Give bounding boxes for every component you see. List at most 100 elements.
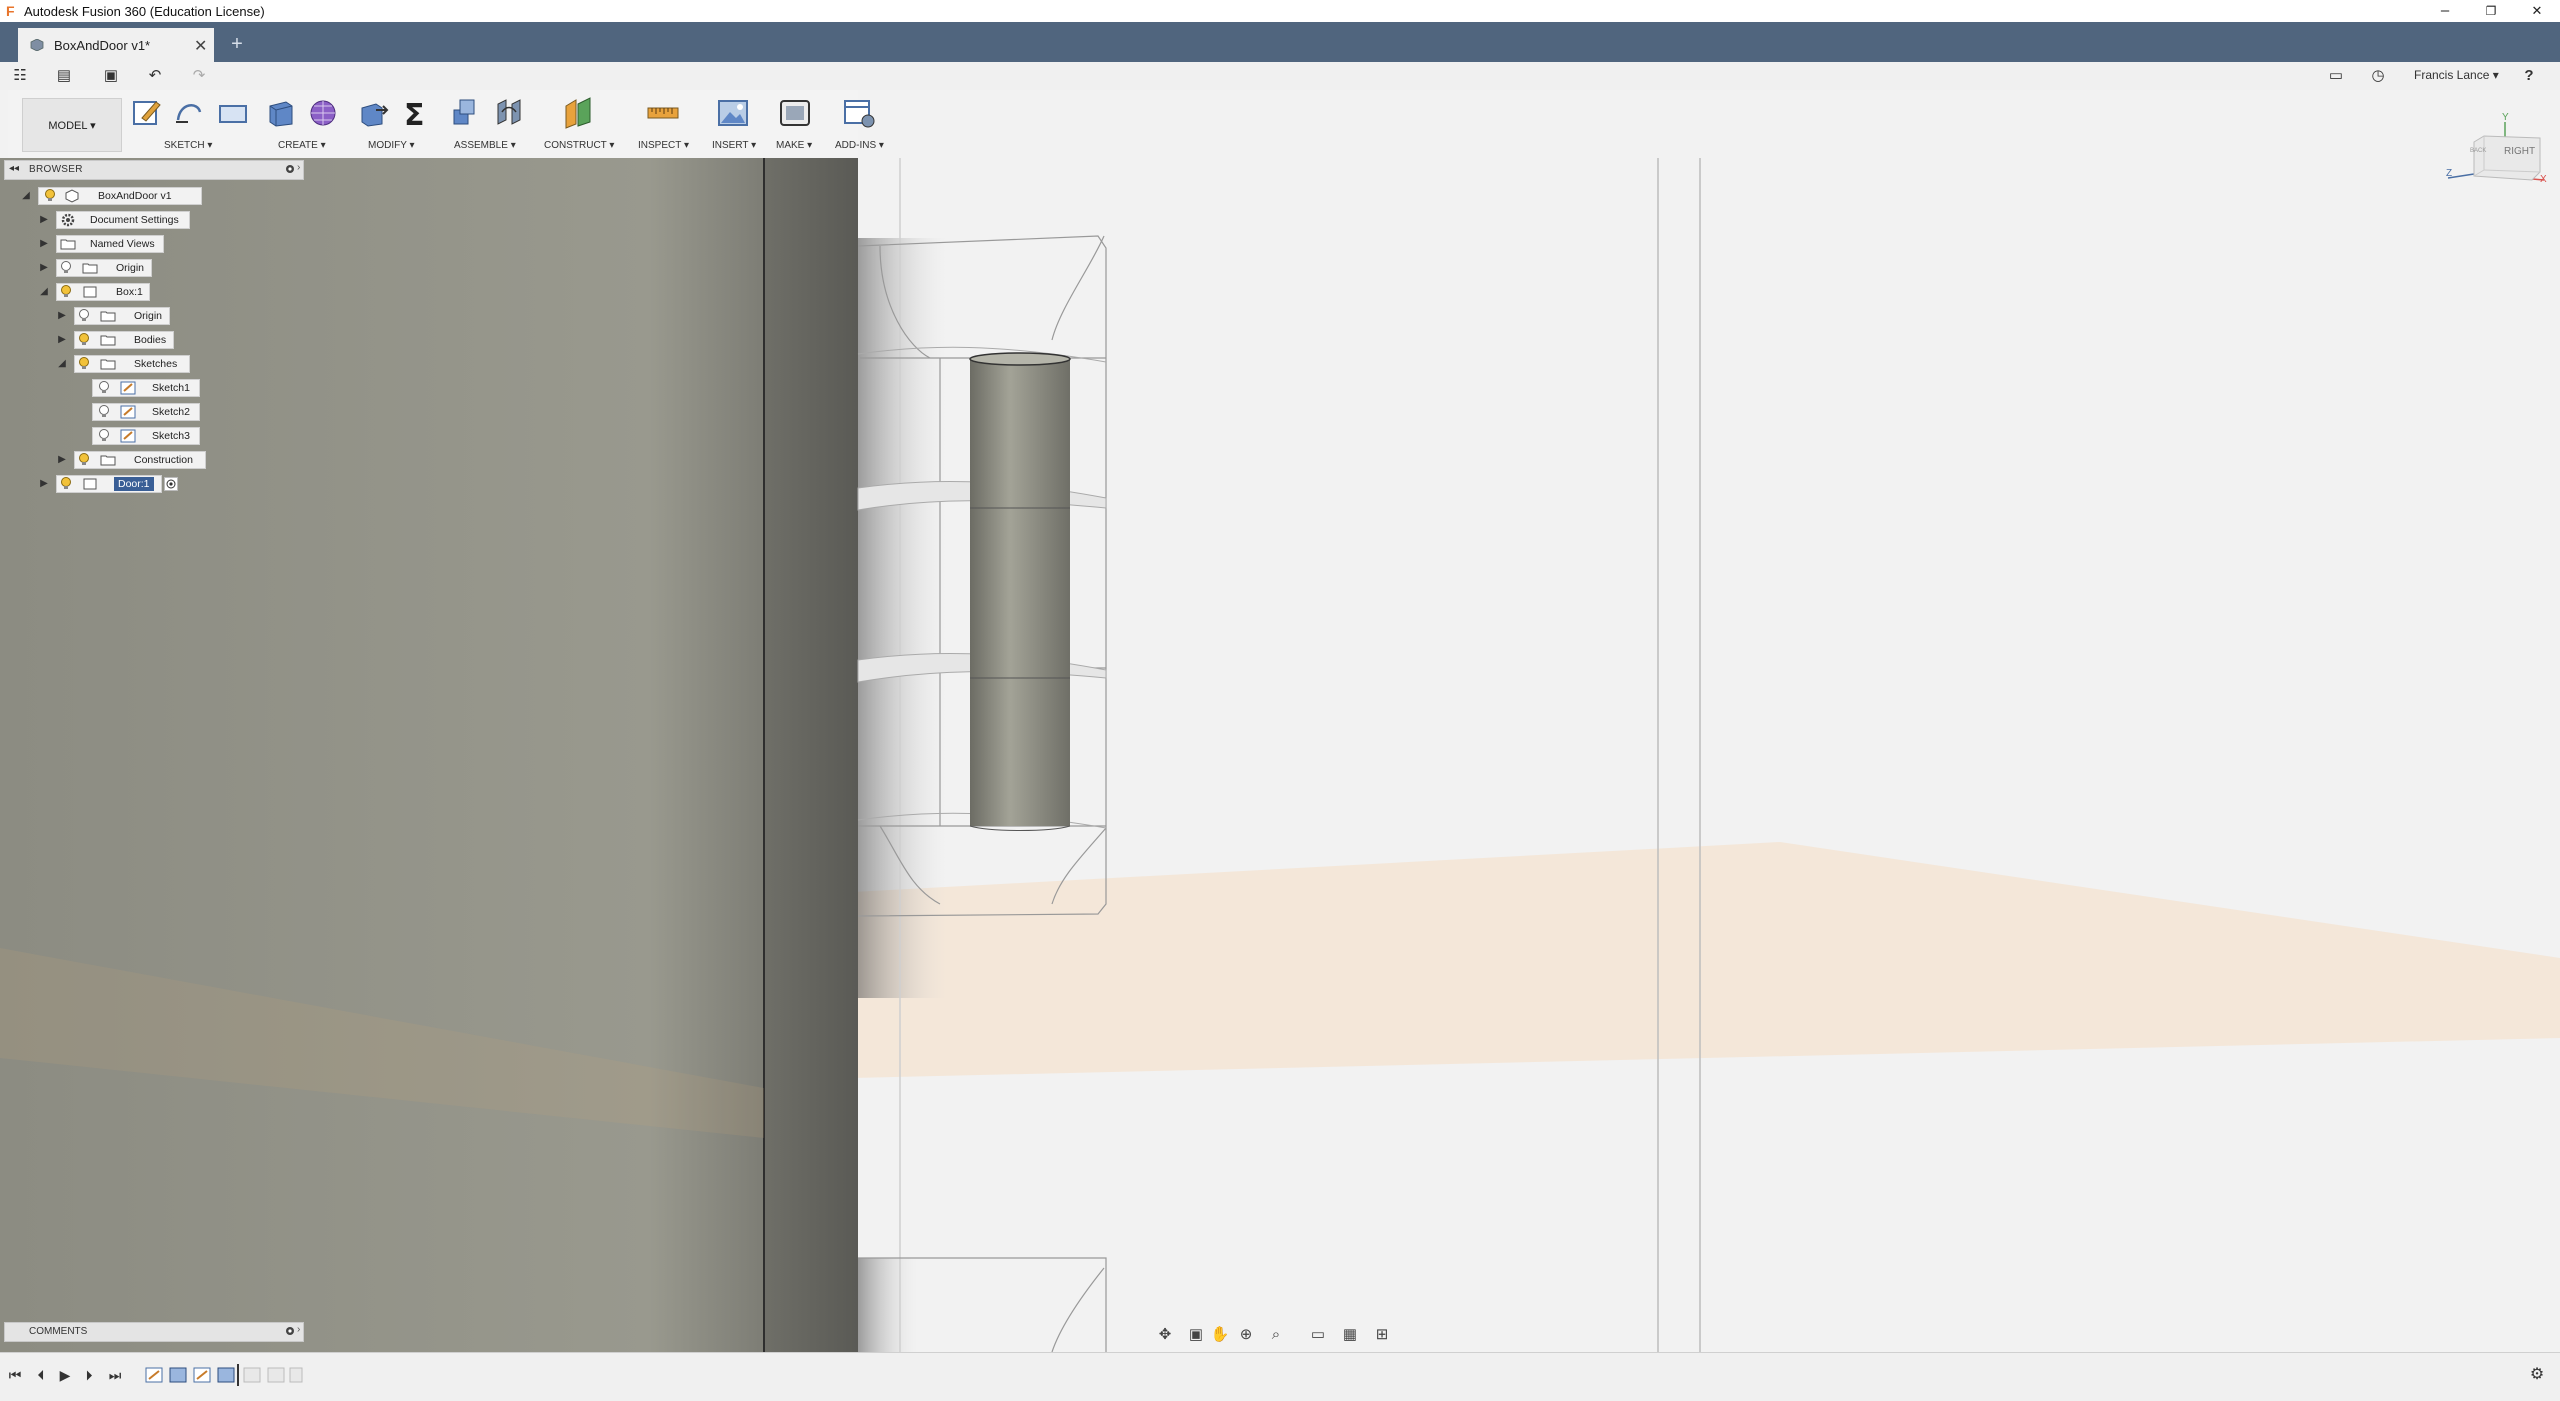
3d-viewport[interactable] xyxy=(0,158,2560,1352)
timeline-prev-button[interactable]: ⏴ xyxy=(32,1366,50,1384)
display-settings-icon[interactable]: ▭ xyxy=(1304,1324,1332,1346)
timeline-next-button[interactable]: ⏵ xyxy=(80,1366,98,1384)
timeline-play-button[interactable]: ▶ xyxy=(56,1366,74,1384)
tree-node-document-settings[interactable]: ▶ Document Settings xyxy=(38,211,192,229)
zoom-window-icon[interactable]: ⌕ xyxy=(1262,1324,1290,1346)
tree-node-door-component[interactable]: ▶ Door:1 xyxy=(38,475,198,493)
activate-component-icon[interactable] xyxy=(164,477,178,491)
expander-closed-icon[interactable]: ▶ xyxy=(56,332,68,348)
data-panel-icon[interactable]: ☷ xyxy=(10,66,30,86)
grid-snaps-icon[interactable]: ▦ xyxy=(1336,1324,1364,1346)
expander-open-icon[interactable]: ◢ xyxy=(20,188,32,204)
viewports-icon[interactable]: ⊞ xyxy=(1368,1324,1396,1346)
expander-closed-icon[interactable]: ▶ xyxy=(38,260,50,276)
comments-pin-icon[interactable] xyxy=(285,1325,295,1335)
insert-group-label[interactable]: INSERT ▾ xyxy=(712,140,756,151)
expander-closed-icon[interactable]: ▶ xyxy=(38,236,50,252)
offset-plane-icon[interactable] xyxy=(562,96,596,130)
tree-node-sketches[interactable]: ◢ Sketches xyxy=(56,355,196,373)
change-parameters-icon[interactable]: Σ xyxy=(398,96,432,133)
joint-icon[interactable] xyxy=(492,96,526,130)
create-group-label[interactable]: CREATE ▾ xyxy=(278,140,326,151)
minimize-button[interactable]: – xyxy=(2422,0,2468,22)
visibility-bulb-icon[interactable] xyxy=(78,333,90,347)
insert-image-icon[interactable] xyxy=(716,96,750,130)
viewcube-right-face[interactable]: RIGHT xyxy=(2504,146,2535,157)
pan-icon[interactable]: ✋ xyxy=(1210,1324,1230,1346)
tree-node-bodies[interactable]: ▶ Bodies xyxy=(56,331,176,349)
zoom-icon[interactable]: ⊕ xyxy=(1236,1324,1256,1346)
visibility-bulb-off-icon[interactable] xyxy=(98,429,110,443)
extrude-icon[interactable] xyxy=(264,96,298,130)
project-sketch-icon[interactable] xyxy=(216,96,250,130)
inspect-group-label[interactable]: INSPECT ▾ xyxy=(638,140,689,151)
visibility-bulb-icon[interactable] xyxy=(60,477,72,491)
finish-sketch-icon[interactable] xyxy=(172,96,206,130)
expander-closed-icon[interactable]: ▶ xyxy=(56,308,68,324)
expander-closed-icon[interactable]: ▶ xyxy=(56,452,68,468)
timeline-features[interactable] xyxy=(144,1364,304,1386)
tree-node-named-views[interactable]: ▶ Named Views xyxy=(38,235,168,253)
timeline-settings-icon[interactable]: ⚙ xyxy=(2528,1366,2546,1384)
tree-node-box-component[interactable]: ◢ Box:1 xyxy=(38,283,158,301)
tree-node-sketch1[interactable]: Sketch1 xyxy=(92,379,202,397)
expander-open-icon[interactable]: ◢ xyxy=(38,284,50,300)
render-icon[interactable] xyxy=(778,96,812,130)
expander-closed-icon[interactable]: ▶ xyxy=(38,476,50,492)
tree-node-sketch3[interactable]: Sketch3 xyxy=(92,427,202,445)
help-icon[interactable]: ? xyxy=(2518,66,2540,86)
document-tab[interactable]: BoxAndDoor v1* ✕ xyxy=(18,28,214,62)
visibility-bulb-off-icon[interactable] xyxy=(60,261,72,275)
job-status-icon[interactable]: ◷ xyxy=(2368,66,2388,86)
browser-expand-icon[interactable]: › xyxy=(297,162,300,173)
new-tab-button[interactable]: + xyxy=(226,33,248,55)
save-icon[interactable]: ▣ xyxy=(100,66,122,86)
expander-open-icon[interactable]: ◢ xyxy=(56,356,68,372)
modify-group-label[interactable]: MODIFY ▾ xyxy=(368,140,415,151)
measure-icon[interactable] xyxy=(646,96,680,130)
create-sketch-icon[interactable] xyxy=(130,96,164,130)
timeline-last-button[interactable]: ⏭ xyxy=(106,1366,124,1384)
sketch-group-label[interactable]: SKETCH ▾ xyxy=(164,140,212,151)
tree-node-origin[interactable]: ▶ Origin xyxy=(38,259,158,277)
construct-group-label[interactable]: CONSTRUCT ▾ xyxy=(544,140,614,151)
redo-icon[interactable]: ↷ xyxy=(184,66,214,86)
visibility-bulb-off-icon[interactable] xyxy=(98,405,110,419)
restore-button[interactable]: ❐ xyxy=(2468,0,2514,22)
press-pull-icon[interactable] xyxy=(356,96,390,130)
close-tab-icon[interactable]: ✕ xyxy=(194,36,207,56)
browser-panel-header[interactable]: ◂◂ BROWSER › xyxy=(4,160,304,180)
comments-expand-icon[interactable]: › xyxy=(297,1324,300,1335)
assemble-group-label[interactable]: ASSEMBLE ▾ xyxy=(454,140,516,151)
new-component-icon[interactable] xyxy=(450,96,484,130)
user-account-menu[interactable]: Francis Lance ▾ xyxy=(2414,68,2499,82)
visibility-bulb-off-icon[interactable] xyxy=(98,381,110,395)
visibility-bulb-off-icon[interactable] xyxy=(78,309,90,323)
browser-pin-icon[interactable] xyxy=(285,163,295,173)
scripts-addins-icon[interactable] xyxy=(842,96,876,130)
tree-node-sketch2[interactable]: Sketch2 xyxy=(92,403,202,421)
viewcube-back-face[interactable]: BACK xyxy=(2470,148,2486,154)
look-at-icon[interactable]: ▣ xyxy=(1186,1324,1206,1346)
visibility-bulb-icon[interactable] xyxy=(44,189,56,203)
comments-panel-header[interactable]: COMMENTS › xyxy=(4,1322,304,1342)
undo-icon[interactable]: ↶ xyxy=(140,66,170,86)
notifications-icon[interactable]: ▭ xyxy=(2326,66,2346,86)
tree-node-box-origin[interactable]: ▶ Origin xyxy=(56,307,176,325)
addins-group-label[interactable]: ADD-INS ▾ xyxy=(835,140,884,151)
expander-closed-icon[interactable]: ▶ xyxy=(38,212,50,228)
view-cube[interactable]: RIGHT BACK Y Z X xyxy=(2444,112,2548,192)
visibility-bulb-icon[interactable] xyxy=(78,453,90,467)
tree-node-root[interactable]: ◢ BoxAndDoor v1 xyxy=(20,187,202,205)
close-window-button[interactable]: ✕ xyxy=(2514,0,2560,22)
tree-node-construction[interactable]: ▶ Construction xyxy=(56,451,216,469)
workspace-switcher[interactable]: MODEL ▾ xyxy=(22,98,122,152)
collapse-browser-icon[interactable]: ◂◂ xyxy=(9,163,19,174)
make-group-label[interactable]: MAKE ▾ xyxy=(776,140,812,151)
file-menu-icon[interactable]: ▤ xyxy=(50,66,78,86)
visibility-bulb-icon[interactable] xyxy=(78,357,90,371)
visibility-bulb-icon[interactable] xyxy=(60,285,72,299)
timeline-first-button[interactable]: ⏮ xyxy=(6,1366,24,1384)
orbit-icon[interactable]: ✥ xyxy=(1152,1324,1178,1346)
create-form-icon[interactable] xyxy=(306,96,340,130)
